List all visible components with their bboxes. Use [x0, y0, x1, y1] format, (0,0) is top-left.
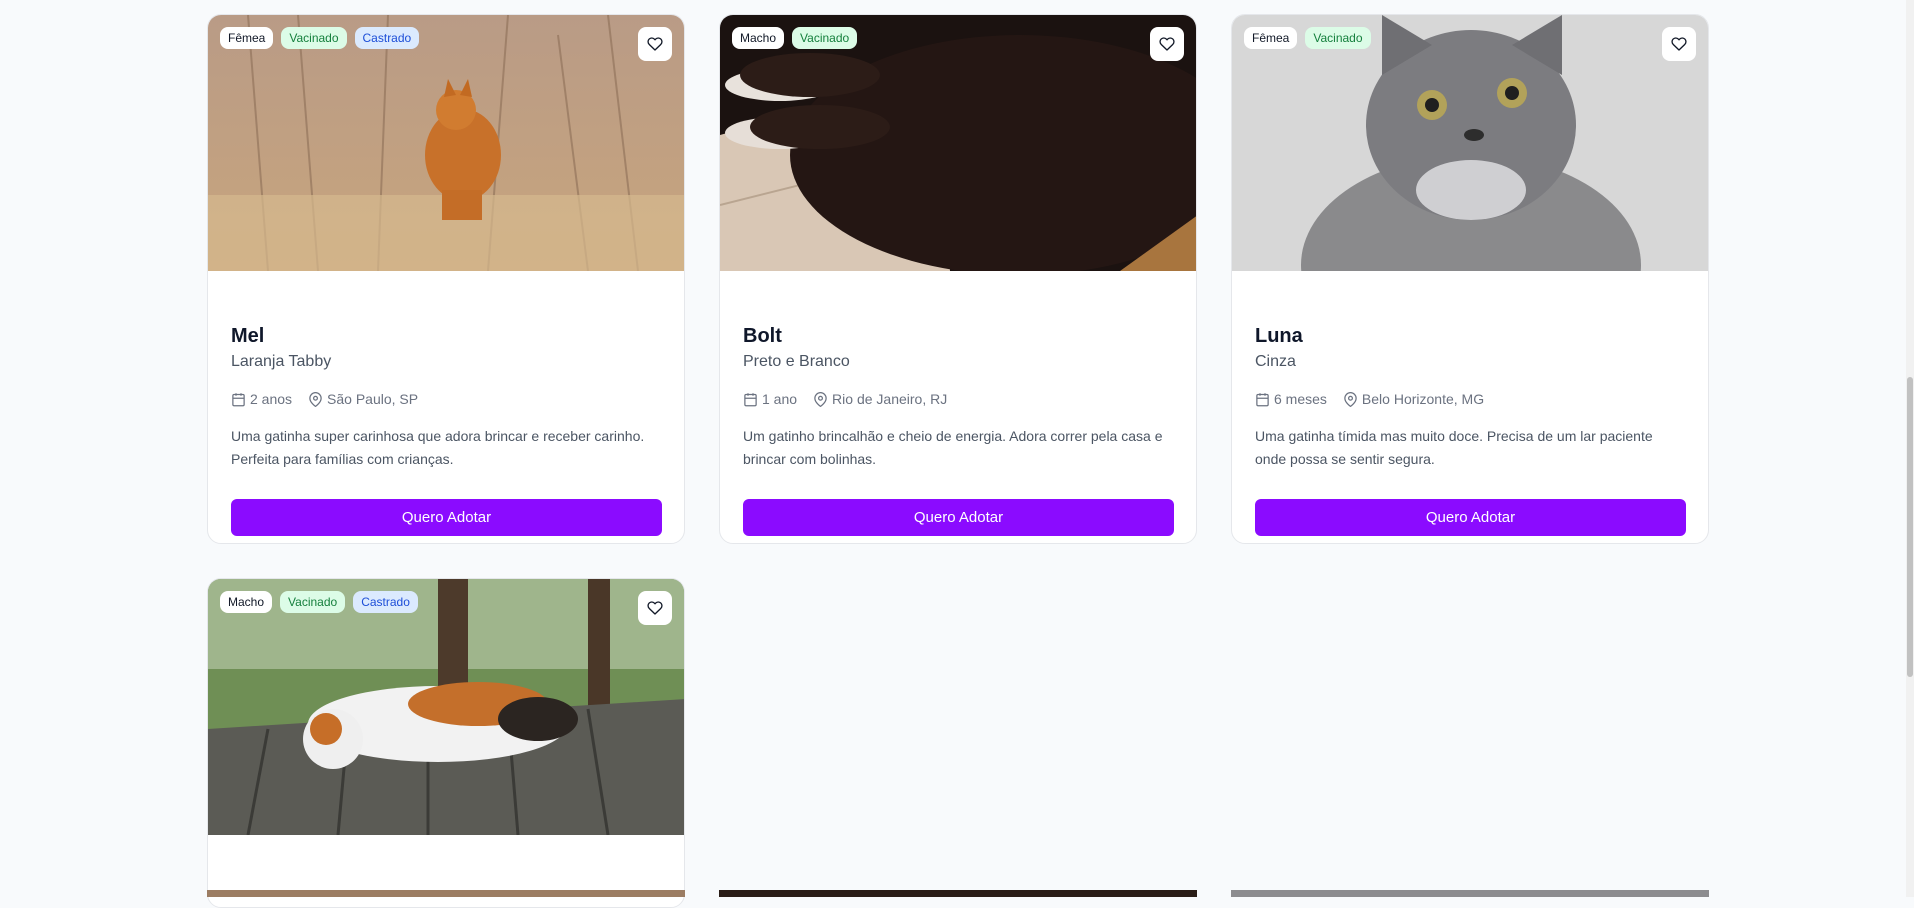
- calendar-icon: [232, 392, 245, 406]
- cat-age: 1 ano: [762, 391, 798, 407]
- heart-icon: [1671, 37, 1687, 51]
- next-card-image-peek: [207, 890, 685, 897]
- cat-name: Mel: [231, 325, 265, 347]
- neutered-badge: Castrado: [354, 27, 420, 49]
- heart-icon: [647, 601, 663, 615]
- cat-photo: [720, 15, 1196, 271]
- cat-location: Rio de Janeiro, RJ: [832, 391, 948, 407]
- gender-badge: Fêmea: [220, 27, 274, 49]
- vaccinated-badge: Vacinado: [280, 591, 346, 613]
- cat-age: 2 anos: [250, 391, 293, 407]
- cat-card-luna: Fêmea Vacinado Luna Cinza 6 meses Belo H…: [1231, 14, 1709, 544]
- calendar-icon: [1256, 392, 1269, 406]
- map-pin-icon: [814, 391, 827, 407]
- adopt-button[interactable]: Quero Adotar: [743, 499, 1174, 536]
- scrollbar-thumb[interactable]: [1907, 377, 1913, 677]
- neutered-badge: Castrado: [353, 591, 418, 613]
- map-pin-icon: [1344, 391, 1357, 407]
- vaccinated-badge: Vacinado: [1305, 27, 1371, 49]
- cat-card-bolt: Macho Vacinado Bolt Preto e Branco 1 ano…: [719, 14, 1197, 544]
- heart-icon: [1159, 37, 1175, 51]
- cat-breed: Laranja Tabby: [231, 353, 332, 370]
- favorite-button[interactable]: [1662, 27, 1696, 61]
- favorite-button[interactable]: [1150, 27, 1184, 61]
- cat-location: Belo Horizonte, MG: [1361, 391, 1485, 407]
- cat-age: 6 meses: [1274, 391, 1327, 407]
- heart-icon: [647, 37, 663, 51]
- cat-location: São Paulo, SP: [327, 391, 419, 407]
- cat-card-calico: Macho Vacinado Castrado: [207, 578, 685, 908]
- adopt-button[interactable]: Quero Adotar: [231, 499, 662, 536]
- cat-description: Uma gatinha super carinhosa que adora br…: [231, 428, 645, 467]
- gender-badge: Macho: [732, 27, 785, 49]
- map-pin-icon: [309, 391, 322, 407]
- gender-badge: Macho: [220, 591, 273, 613]
- page-scrollbar[interactable]: [1906, 0, 1914, 897]
- vaccinated-badge: Vacinado: [792, 27, 858, 49]
- gender-badge: Fêmea: [1244, 27, 1298, 49]
- next-card-image-peek: [719, 890, 1197, 897]
- cat-breed: Preto e Branco: [743, 353, 850, 370]
- cat-photo: [1232, 15, 1708, 271]
- next-card-image-peek: [1231, 890, 1709, 897]
- adopt-button[interactable]: Quero Adotar: [1255, 499, 1686, 536]
- cat-name: Luna: [1255, 325, 1303, 347]
- cat-description: Uma gatinha tímida mas muito doce. Preci…: [1255, 428, 1653, 467]
- vaccinated-badge: Vacinado: [281, 27, 347, 49]
- cat-card-mel: Fêmea Vacinado Castrado Mel Laranja Tabb…: [207, 14, 685, 544]
- cat-description: Um gatinho brincalhão e cheio de energia…: [743, 428, 1163, 467]
- cat-photo: [208, 579, 684, 835]
- favorite-button[interactable]: [638, 27, 672, 61]
- cat-breed: Cinza: [1255, 353, 1296, 370]
- cat-photo: [208, 15, 684, 271]
- cat-name: Bolt: [743, 325, 782, 347]
- favorite-button[interactable]: [638, 591, 672, 625]
- calendar-icon: [744, 392, 757, 406]
